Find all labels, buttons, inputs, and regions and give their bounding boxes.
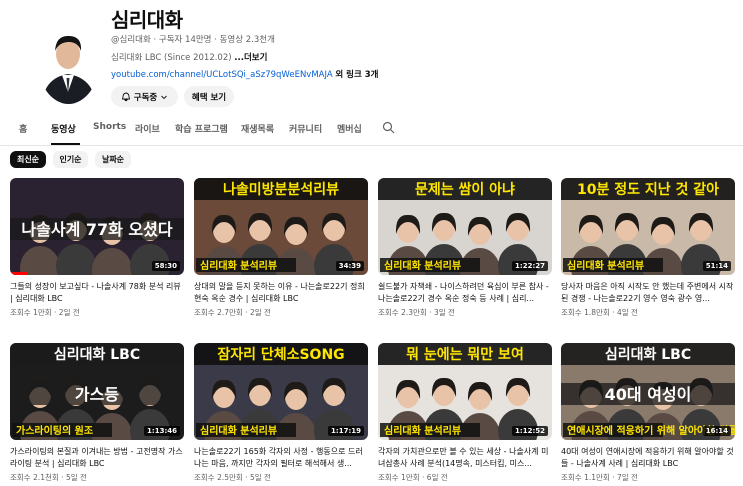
search-icon[interactable] — [382, 121, 395, 134]
video-meta: 조회수 2.1천회 · 5일 전 — [10, 473, 87, 482]
description-text: 심리대화 LBC (Since 2012.02) — [111, 53, 232, 63]
channel-avatar[interactable] — [38, 20, 99, 104]
channel-url-link[interactable]: youtube.com/channel/UCLotSQi_aSz79qWeENv… — [111, 70, 333, 80]
video-title[interactable]: 상대의 말을 듣지 못하는 이유 - 나는솔로22기 정희 현숙 옥순 경수 |… — [194, 281, 368, 304]
thumbnail-top-text: 심리대화 LBC — [54, 347, 140, 363]
subscribe-button[interactable]: 구독중 — [111, 86, 178, 107]
video-thumbnail[interactable]: 심리대화 LBC 40대 여성이 연애시장에 적응하기 위해 알아야할 것들 16:1… — [561, 343, 735, 440]
chip-popular[interactable]: 인기순 — [53, 151, 88, 168]
channel-header: 심리대화 @심리대화 · 구독자 14만명 · 동영상 2.3천개 심리대화 L… — [0, 0, 743, 110]
thumbnail-top-text: 뭐 눈에는 뭐만 보여 — [406, 346, 524, 363]
thumbnail-top-text: 문제는 쌈이 아냐 — [415, 181, 515, 198]
video-title[interactable]: 당사자 마음은 아직 시작도 안 했는데 주변에서 시작된 경쟁 - 나는솔로2… — [561, 281, 735, 304]
video-meta: 조회수 2.5만회 · 5일 전 — [194, 473, 271, 482]
video-meta: 조회수 1.1만회 · 7일 전 — [561, 473, 638, 482]
perks-button[interactable]: 혜택 보기 — [184, 86, 234, 107]
thumbnail-badge-text: 심리대화 분석리뷰 — [384, 424, 461, 437]
channel-name: 심리대화 — [111, 8, 183, 32]
video-title[interactable]: 각자의 가치관으로만 볼 수 있는 세상 - 나솔사계 미녀삼총사 사례 분석(… — [378, 446, 552, 469]
video-thumbnail[interactable]: 뭐 눈에는 뭐만 보여심리대화 분석리뷰 1:12:52 — [378, 343, 552, 440]
channel-description[interactable]: 심리대화 LBC (Since 2012.02) ...더보기 — [111, 51, 267, 63]
video-thumbnail[interactable]: 10분 정도 지난 것 같아심리대화 분석리뷰 51:14 — [561, 178, 735, 275]
watch-progress-bar — [10, 272, 28, 275]
tab-shorts[interactable]: Shorts — [93, 122, 126, 132]
chip-oldest[interactable]: 날짜순 — [95, 151, 131, 168]
video-meta: 조회수 1만회 · 2일 전 — [10, 308, 80, 317]
thumbnail-badge-text: 심리대화 분석리뷰 — [384, 259, 461, 272]
tab-live[interactable]: 라이브 — [135, 122, 160, 135]
channel-links: youtube.com/channel/UCLotSQi_aSz79qWeENv… — [111, 68, 378, 80]
video-duration: 58:30 — [151, 261, 180, 271]
video-title[interactable]: 쉴드불가 자책쇄 - 나이스하려던 육심이 부른 참사 - 나는솔로22기 경수… — [378, 281, 552, 304]
video-meta: 조회수 1만회 · 6일 전 — [378, 473, 448, 482]
chip-latest[interactable]: 최신순 — [10, 151, 46, 168]
thumbnail-top-text: 10분 정도 지난 것 같아 — [577, 181, 719, 198]
tab-community[interactable]: 커뮤니티 — [289, 122, 322, 135]
active-tab-indicator — [51, 143, 80, 145]
video-duration: 51:14 — [702, 261, 731, 271]
video-meta: 조회수 1.8만회 · 4일 전 — [561, 308, 638, 317]
video-duration: 1:12:52 — [512, 426, 548, 436]
channel-tabs: 홈 동영상 Shorts 라이브 학습 프로그램 재생목록 커뮤니티 멤버십 — [0, 110, 743, 146]
video-title[interactable]: 그들의 성장이 보고싶다 - 나솔사계 78화 분석 리뷰 | 심리대화 LBC — [10, 281, 184, 304]
video-thumbnail[interactable]: 문제는 쌈이 아냐심리대화 분석리뷰 1:22:27 — [378, 178, 552, 275]
channel-stats: @심리대화 · 구독자 14만명 · 동영상 2.3천개 — [111, 35, 275, 45]
thumbnail-top-text: 나솔미방분분석리뷰 — [223, 181, 339, 198]
thumbnail-badge-text: 심리대화 분석리뷰 — [200, 424, 277, 437]
video-thumbnail[interactable]: 나솔사계 77화 오셨다 58:30 — [10, 178, 184, 275]
thumbnail-badge-text: 심리대화 분석리뷰 — [200, 259, 277, 272]
tab-playlists[interactable]: 재생목록 — [241, 122, 274, 135]
chevron-down-icon — [161, 95, 168, 99]
video-title[interactable]: 가스라이팅의 본질과 이겨내는 방법 - 고전명작 가스라이팅 분석 | 심리대… — [10, 446, 184, 469]
tab-courses[interactable]: 학습 프로그램 — [175, 122, 228, 135]
tab-membership[interactable]: 멤버십 — [337, 122, 362, 135]
video-duration: 1:17:19 — [328, 426, 364, 436]
video-thumbnail[interactable]: 잠자리 단체소SONG 심리대화 분석리뷰 1:17:19 — [194, 343, 368, 440]
video-meta: 조회수 2.3만회 · 3일 전 — [378, 308, 455, 317]
tab-home[interactable]: 홈 — [19, 122, 27, 135]
thumbnail-badge-text: 가스라이팅의 원조 — [16, 424, 93, 437]
subscribe-label: 구독중 — [133, 92, 158, 103]
more-link[interactable]: ...더보기 — [234, 53, 267, 63]
video-title[interactable]: 40대 여성이 연애시장에 적응하기 위해 알아야할 것들 - 나솔사계 사례 … — [561, 446, 735, 469]
video-title[interactable]: 나는솔로22기 165화 각자의 사정 - 행동으로 드러나는 마음, 까지만 … — [194, 446, 368, 469]
thumbnail-main-text: 40대 여성이 — [605, 385, 692, 404]
thumbnail-badge-text: 심리대화 분석리뷰 — [567, 259, 644, 272]
video-duration: 1:22:27 — [512, 261, 548, 271]
thumbnail-top-text: 잠자리 단체소SONG — [217, 346, 344, 363]
thumbnail-top-text: 심리대화 LBC — [605, 347, 691, 363]
bell-icon — [121, 92, 130, 101]
video-duration: 16:14 — [702, 426, 731, 436]
video-duration: 1:13:46 — [144, 426, 180, 436]
video-meta: 조회수 2.7만회 · 2일 전 — [194, 308, 271, 317]
more-links[interactable]: 외 링크 3개 — [335, 70, 378, 80]
thumbnail-main-text: 나솔사계 77화 오셨다 — [21, 220, 172, 239]
video-thumbnail[interactable]: 나솔미방분분석리뷰심리대화 분석리뷰 34:39 — [194, 178, 368, 275]
tab-videos[interactable]: 동영상 — [51, 122, 76, 135]
thumbnail-main-text: 가스등 — [75, 385, 119, 404]
video-duration: 34:39 — [335, 261, 364, 271]
video-thumbnail[interactable]: 심리대화 LBC 가스등가스라이팅의 원조 1:13:46 — [10, 343, 184, 440]
